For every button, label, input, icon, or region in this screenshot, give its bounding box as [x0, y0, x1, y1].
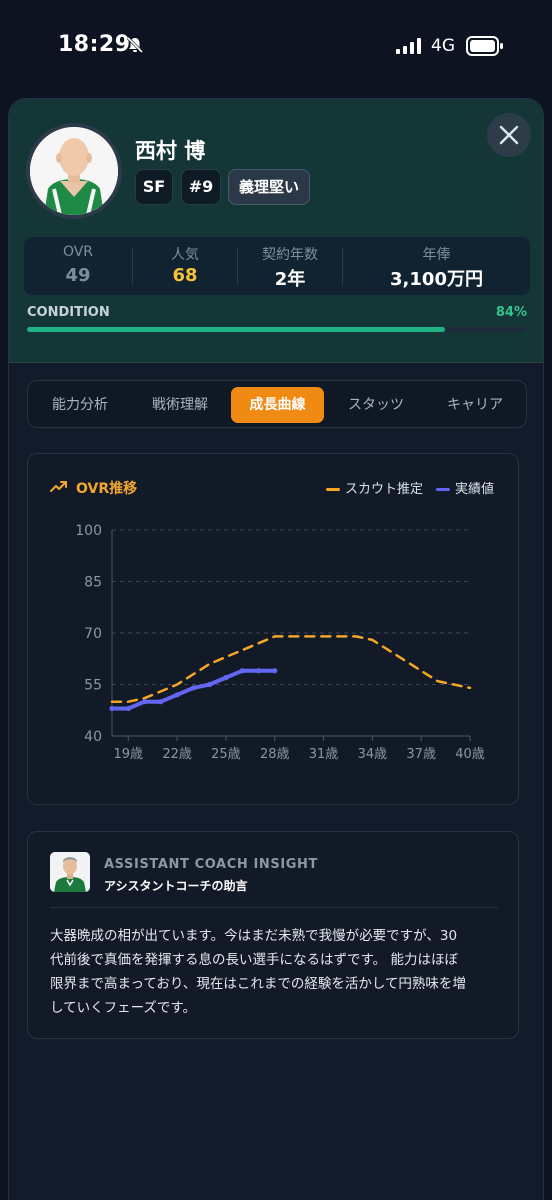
coach-portrait-icon — [50, 852, 90, 892]
battery-icon — [466, 36, 503, 56]
condition-bar-fill — [27, 327, 446, 332]
x-tick-label: 34歳 — [358, 747, 388, 762]
player-name: 西村 博 — [135, 139, 206, 163]
y-tick-label: 40 — [84, 729, 102, 745]
stat-label: 人気 — [171, 247, 199, 263]
stat-contract-years: 契約年数 2年 — [238, 237, 342, 295]
jersey-number-badge: #9 — [181, 169, 221, 205]
stat-label: 契約年数 — [262, 247, 318, 263]
tab-growth-curve[interactable]: 成長曲線 — [231, 387, 324, 423]
actual-value-point — [207, 681, 213, 688]
stat-salary: 年俸 3,100万円 — [343, 237, 530, 295]
player-detail-sheet: 西村 博 SF #9 義理堅い OVR 49 人気 68 契約年数 2年 年俸 … — [8, 98, 544, 1200]
actual-value-point — [255, 668, 262, 674]
y-tick-label: 85 — [84, 575, 102, 591]
actual-value-point — [223, 675, 229, 681]
legend-scout-estimate: スカウト推定 — [326, 478, 423, 497]
chart-title: OVR推移 — [76, 481, 138, 497]
stat-label: 年俸 — [422, 247, 451, 263]
stat-value: 3,100万円 — [390, 269, 483, 290]
coach-insight-title: ASSISTANT COACH INSIGHT — [104, 857, 318, 872]
x-tick-label: 40歳 — [455, 747, 485, 762]
coach-avatar — [50, 852, 90, 892]
legend-label: スカウト推定 — [345, 482, 424, 497]
condition-label: CONDITION — [27, 305, 110, 320]
close-button[interactable] — [487, 113, 531, 157]
tab-stats[interactable]: スタッツ — [329, 387, 423, 423]
x-tick-label: 25歳 — [211, 747, 241, 762]
actual-value-point — [125, 705, 131, 712]
legend-actual: 実績値 — [436, 478, 494, 497]
stat-popularity: 人気 68 — [133, 237, 237, 295]
stat-label: OVR — [62, 244, 94, 260]
scout-estimate-line — [110, 635, 472, 703]
coach-text-line: 限界まで高まっており、現在はこれまでの経験を活かして円熟味を増 — [50, 976, 466, 992]
condition-percent: 84% — [495, 305, 527, 320]
coach-insight-card: ASSISTANT COACH INSIGHT アシスタントコーチの助言 大器晩… — [27, 831, 519, 1039]
tab-career[interactable]: キャリア — [428, 387, 522, 423]
stat-value: 68 — [172, 265, 198, 286]
growth-chart-card: OVR推移 スカウト推定 実績値 100 85 70 55 40 19歳 22歳 25歳 28歳… — [27, 453, 519, 805]
tab-ability-analysis[interactable]: 能力分析 — [34, 387, 126, 423]
status-bar: 18:29 4G — [0, 0, 552, 92]
network-label: 4G — [431, 36, 455, 56]
player-avatar — [26, 123, 122, 219]
condition-bar — [27, 327, 525, 332]
legend-label: 実績値 — [455, 482, 495, 497]
stat-value: 49 — [65, 265, 91, 286]
stat-ovr: OVR 49 — [24, 237, 132, 295]
legend-swatch — [326, 488, 340, 491]
x-tick-label: 22歳 — [162, 747, 192, 762]
x-tick-label: 19歳 — [113, 747, 143, 762]
actual-value-point — [239, 668, 245, 674]
stat-value: 2年 — [274, 269, 306, 290]
bell-muted-icon — [126, 36, 144, 54]
actual-value-point — [141, 699, 148, 705]
growth-chart-plot: 100 85 70 55 40 19歳 22歳 25歳 28歳 31歳 34歳 37歳 40歳 — [75, 523, 485, 762]
position-badge: SF — [135, 169, 173, 205]
divider — [50, 907, 498, 908]
tab-tactical-understanding[interactable]: 戦術理解 — [134, 387, 226, 423]
status-time: 18:29 — [58, 32, 131, 57]
detail-tabs: 能力分析 戦術理解 成長曲線 スタッツ キャリア — [27, 380, 527, 428]
x-tick-label: 37歳 — [406, 747, 436, 762]
y-tick-label: 100 — [75, 523, 102, 539]
trending-up-icon — [50, 481, 67, 492]
actual-value-point — [158, 699, 164, 705]
x-tick-label: 28歳 — [260, 747, 290, 762]
coach-text-line: していくフェーズです。 — [50, 1000, 197, 1016]
coach-insight-text: 大器晩成の相が出ています。今はまだ未熟で我慢が必要ですが、30 代前後で真価を発… — [50, 924, 500, 1020]
personality-badge: 義理堅い — [228, 169, 310, 205]
actual-value-point — [272, 668, 278, 674]
x-tick-label: 31歳 — [309, 747, 339, 762]
coach-text-line: 代前後で真価を発揮する息の長い選手になるはずです。 能力はほぼ — [50, 952, 458, 968]
coach-insight-subtitle: アシスタントコーチの助言 — [104, 879, 248, 893]
coach-text-line: 大器晩成の相が出ています。今はまだ未熟で我慢が必要ですが、30 — [50, 928, 458, 944]
actual-value-point — [109, 705, 115, 712]
legend-swatch — [436, 488, 450, 491]
player-header: 西村 博 SF #9 義理堅い OVR 49 人気 68 契約年数 2年 年俸 … — [9, 99, 543, 363]
actual-value-point — [174, 692, 180, 698]
stats-summary: OVR 49 人気 68 契約年数 2年 年俸 3,100万円 — [24, 237, 530, 295]
player-portrait-icon — [30, 127, 118, 215]
actual-value-point — [190, 685, 196, 691]
close-icon — [499, 125, 519, 145]
signal-icon — [396, 38, 421, 54]
y-tick-label: 55 — [84, 678, 102, 694]
y-tick-label: 70 — [84, 626, 102, 642]
